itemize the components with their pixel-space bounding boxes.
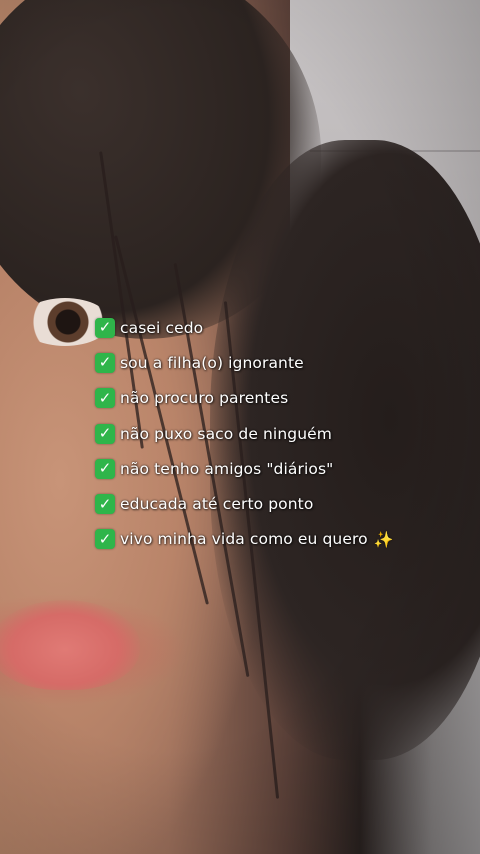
- check-mark-button-icon: ✓: [95, 352, 115, 373]
- sparkles-icon: ✨: [373, 529, 394, 549]
- check-mark-button-icon: ✓: [95, 529, 115, 550]
- checklist-item: ✓ sou a filha(o) ignorante: [95, 345, 394, 380]
- checklist-item: ✓ casei cedo: [95, 310, 394, 345]
- check-mark-button-icon: ✓: [95, 317, 115, 338]
- checklist-item: ✓ não procuro parentes: [95, 381, 394, 416]
- caption-checklist: ✓ casei cedo ✓ sou a filha(o) ignorante …: [95, 310, 394, 557]
- checklist-item: ✓ não tenho amigos "diários": [95, 451, 394, 486]
- checklist-item-text: não puxo saco de ninguém: [120, 424, 332, 443]
- check-mark-button-icon: ✓: [95, 494, 115, 515]
- checklist-item: ✓ vivo minha vida como eu quero ✨: [95, 522, 394, 557]
- check-mark-button-icon: ✓: [95, 388, 115, 409]
- checklist-item: ✓ educada até certo ponto: [95, 486, 394, 521]
- checklist-item-text: sou a filha(o) ignorante: [120, 353, 304, 372]
- checklist-item-text: casei cedo: [120, 318, 204, 337]
- checklist-item-text: não procuro parentes: [120, 389, 289, 408]
- checklist-item-text: vivo minha vida como eu quero: [120, 530, 368, 549]
- checklist-item-text: não tenho amigos "diários": [120, 459, 334, 478]
- check-mark-button-icon: ✓: [95, 423, 115, 444]
- checklist-item-text: educada até certo ponto: [120, 495, 314, 514]
- check-mark-button-icon: ✓: [95, 458, 115, 479]
- video-frame: ✓ casei cedo ✓ sou a filha(o) ignorante …: [0, 0, 480, 854]
- checklist-item: ✓ não puxo saco de ninguém: [95, 416, 394, 451]
